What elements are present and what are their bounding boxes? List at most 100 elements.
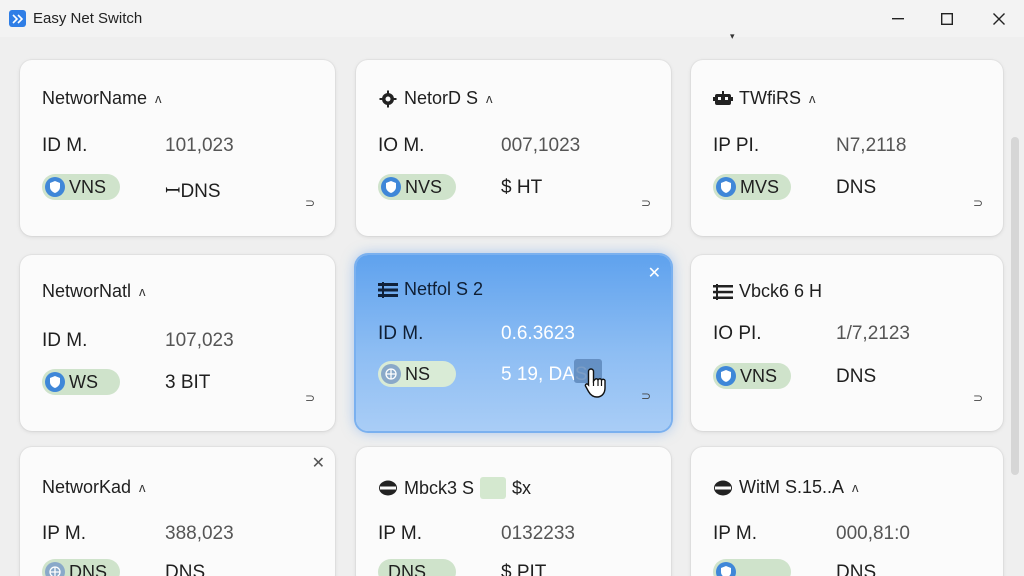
card-title: Mbck3 S $x bbox=[378, 477, 531, 499]
dns-text: $ HT bbox=[501, 177, 543, 198]
network-card[interactable]: NetworNatl ʌ ID M. 107,023 WS 3 BIT ⊃ bbox=[20, 255, 335, 431]
chevron-up-icon[interactable]: ʌ bbox=[139, 284, 146, 299]
pill-text: DNS bbox=[69, 561, 108, 576]
ip-value: 0132233 bbox=[501, 523, 575, 544]
network-card[interactable]: WitM S.15..A ʌ IP M. 000,81:0 DNS bbox=[691, 447, 1003, 576]
network-card[interactable]: TWfiRS ʌ IP PI. N7,2118 MVS DNS ⊃ bbox=[691, 60, 1003, 236]
app-logo-icon bbox=[9, 10, 26, 27]
card-title: Vbck6 6 H bbox=[713, 281, 822, 302]
ip-value: 0.6.3623 bbox=[501, 323, 575, 344]
card-title-text: NetworName bbox=[42, 88, 148, 108]
close-window-button[interactable] bbox=[976, 0, 1022, 37]
close-icon bbox=[993, 12, 1005, 25]
corner-link-icon[interactable]: ⊃ bbox=[305, 391, 315, 405]
expand-chevron-icon: ▾ bbox=[730, 31, 735, 41]
card-title-text: WitM S.15..A bbox=[739, 477, 845, 497]
disk-icon bbox=[713, 479, 733, 497]
pill-text: WS bbox=[69, 371, 98, 392]
pill-text: DNS bbox=[388, 561, 427, 576]
ip-value: 107,023 bbox=[165, 330, 234, 351]
ip-value: 000,81:0 bbox=[836, 523, 910, 544]
vpn-toggle-pill[interactable]: VNS bbox=[713, 363, 791, 389]
dns-text: DNS bbox=[836, 366, 877, 387]
shield-icon bbox=[716, 562, 736, 576]
dns-text: $ PIT bbox=[501, 562, 547, 576]
hand-cursor-icon bbox=[584, 368, 606, 398]
vpn-toggle-pill[interactable]: NVS bbox=[378, 174, 456, 200]
card-title-text: NetworNatl bbox=[42, 281, 132, 301]
minimize-icon bbox=[892, 17, 904, 19]
corner-link-icon[interactable]: ⊃ bbox=[973, 196, 983, 210]
corner-link-icon[interactable]: ⊃ bbox=[973, 391, 983, 405]
ip-value: 388,023 bbox=[165, 523, 234, 544]
pill-text: NVS bbox=[405, 176, 443, 197]
network-grid: ▾ NetworName ʌ ID M. 101,023 VNS ꟷDNS ⊃ … bbox=[0, 31, 1024, 576]
close-card-button[interactable]: ✕ bbox=[648, 263, 661, 283]
corner-link-icon[interactable]: ⊃ bbox=[305, 196, 315, 210]
chevron-up-icon[interactable]: ʌ bbox=[155, 91, 162, 106]
shield-icon bbox=[45, 372, 65, 392]
card-title-text: Vbck6 6 H bbox=[739, 281, 823, 301]
ip-value: N7,2118 bbox=[836, 135, 907, 156]
vpn-toggle-pill[interactable]: DNS bbox=[378, 559, 456, 576]
pill-text: VNS bbox=[69, 176, 107, 197]
card-title: NetorD S ʌ bbox=[378, 88, 493, 109]
dns-text: DNS bbox=[165, 562, 206, 576]
ip-label: IO M. bbox=[378, 135, 425, 156]
dns-text: ꟷDNS bbox=[165, 181, 221, 202]
maximize-button[interactable] bbox=[924, 0, 970, 37]
list-icon bbox=[713, 283, 733, 301]
card-title: NetworKad ʌ bbox=[42, 477, 146, 498]
dns-text: DNS bbox=[836, 177, 877, 198]
vpn-toggle-pill[interactable]: DNS bbox=[42, 559, 120, 576]
globe-icon bbox=[381, 364, 401, 384]
minimize-button[interactable] bbox=[875, 0, 921, 37]
ip-label: ID M. bbox=[42, 330, 88, 351]
network-card[interactable]: NetworName ʌ ID M. 101,023 VNS ꟷDNS ⊃ bbox=[20, 60, 335, 236]
network-card[interactable]: Mbck3 S $x IP M. 0132233 DNS $ PIT bbox=[356, 447, 671, 576]
vertical-scrollbar[interactable] bbox=[1011, 137, 1019, 475]
ip-label: IP M. bbox=[42, 523, 86, 544]
network-card[interactable]: ✕ NetworKad ʌ IP M. 388,023 DNS DNS bbox=[20, 447, 335, 576]
list-icon bbox=[378, 281, 398, 299]
network-card[interactable]: Vbck6 6 H IO PI. 1/7,2123 VNS DNS ⊃ bbox=[691, 255, 1003, 431]
shield-icon bbox=[716, 366, 736, 386]
ip-value: 007,1023 bbox=[501, 135, 581, 156]
card-title-text: NetorD S bbox=[404, 88, 479, 108]
chevron-up-icon[interactable]: ʌ bbox=[139, 480, 146, 495]
card-title-text: TWfiRS bbox=[739, 88, 801, 108]
vpn-toggle-pill[interactable]: VNS bbox=[42, 174, 120, 200]
pill-text: MVS bbox=[740, 176, 780, 197]
chevron-up-icon[interactable]: ʌ bbox=[809, 91, 816, 106]
network-card-selected[interactable]: ✕ Netfol S 2 ID M. 0.6.3623 NS 5 19, DAS… bbox=[356, 255, 671, 431]
chevron-up-icon[interactable]: ʌ bbox=[852, 480, 859, 495]
chevron-up-icon[interactable]: ʌ bbox=[486, 91, 493, 106]
close-card-button[interactable]: ✕ bbox=[312, 453, 325, 473]
dns-text: 3 BIT bbox=[165, 372, 211, 393]
pill-text: NS bbox=[405, 363, 431, 384]
card-title: WitM S.15..A ʌ bbox=[713, 477, 859, 498]
card-title-suffix: $x bbox=[512, 477, 532, 498]
window-title: Easy Net Switch bbox=[33, 10, 143, 27]
gear-icon bbox=[378, 90, 398, 108]
card-title: TWfiRS ʌ bbox=[713, 88, 816, 109]
ip-label: ID M. bbox=[378, 323, 424, 344]
ip-label: IO PI. bbox=[713, 323, 762, 344]
ip-label: ID M. bbox=[42, 135, 88, 156]
vpn-toggle-pill[interactable]: NS bbox=[378, 361, 456, 387]
vpn-toggle-pill[interactable] bbox=[713, 559, 791, 576]
vpn-toggle-pill[interactable]: MVS bbox=[713, 174, 791, 200]
ip-label: IP M. bbox=[378, 523, 422, 544]
title-bar: Easy Net Switch bbox=[0, 0, 1024, 37]
corner-link-icon[interactable]: ⊃ bbox=[641, 389, 651, 403]
shield-icon bbox=[45, 177, 65, 197]
card-title-text: Mbck3 S bbox=[404, 477, 475, 498]
corner-link-icon[interactable]: ⊃ bbox=[641, 196, 651, 210]
card-title: Netfol S 2 bbox=[378, 279, 483, 300]
card-title: NetworName ʌ bbox=[42, 88, 162, 109]
vpn-toggle-pill[interactable]: WS bbox=[42, 369, 120, 395]
maximize-icon bbox=[941, 12, 953, 25]
shield-icon bbox=[716, 177, 736, 197]
ip-label: IP M. bbox=[713, 523, 757, 544]
network-card[interactable]: NetorD S ʌ IO M. 007,1023 NVS $ HT ⊃ bbox=[356, 60, 671, 236]
